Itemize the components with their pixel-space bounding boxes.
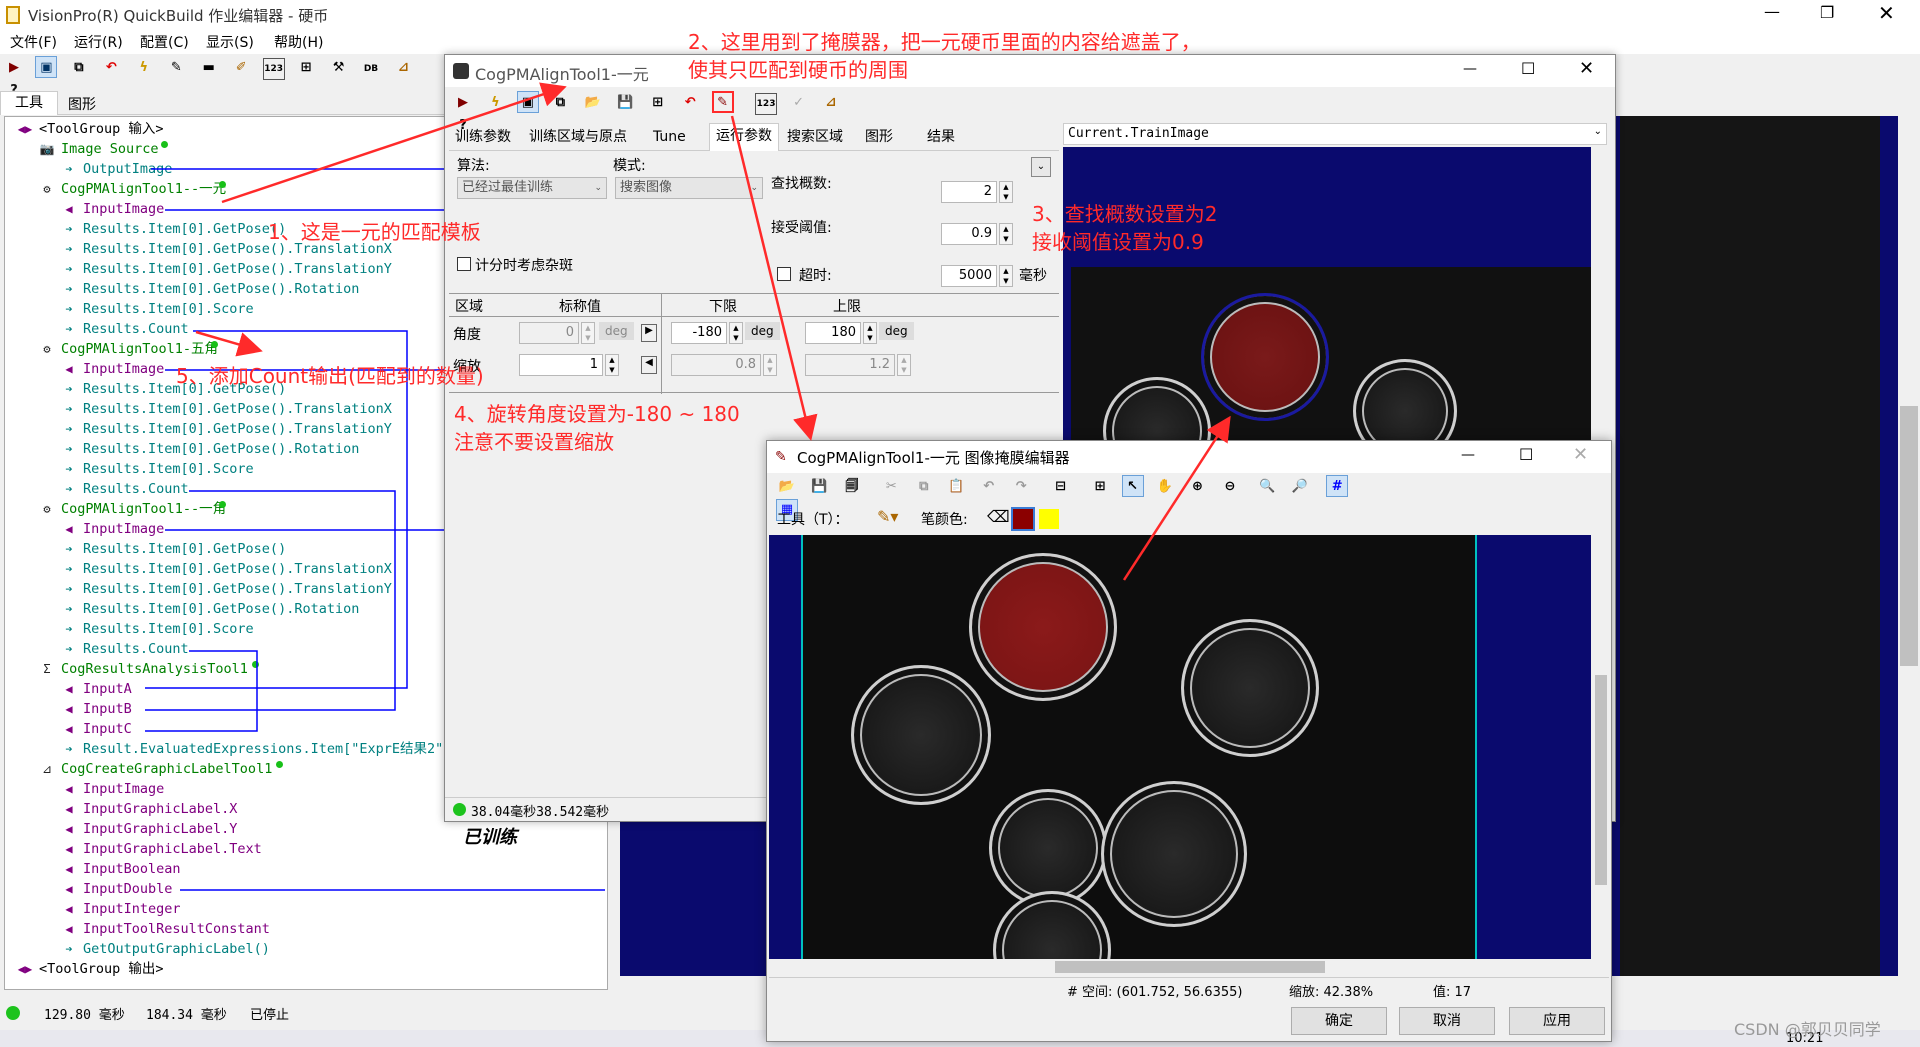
annotation-1: 1、这是一元的匹配模板 — [268, 220, 481, 244]
annotation-2-line2: 使其只匹配到硬币的周围 — [688, 58, 908, 82]
annotation-5: 5、添加Count输出(匹配到的数量) — [176, 364, 484, 388]
annotation-2-line1: 2、这里用到了掩膜器，把一元硬币里面的内容给遮盖了， — [688, 30, 1201, 54]
annotation-4-line2: 注意不要设置缩放 — [454, 430, 614, 454]
annotation-3-line1: 3、查找概数设置为2 — [1032, 202, 1218, 226]
annotation-3-line2: 接收阈值设置为0.9 — [1032, 230, 1204, 254]
annotation-4-line1: 4、旋转角度设置为-180 ~ 180 — [454, 402, 740, 426]
annotation-arrows — [195, 82, 1231, 581]
